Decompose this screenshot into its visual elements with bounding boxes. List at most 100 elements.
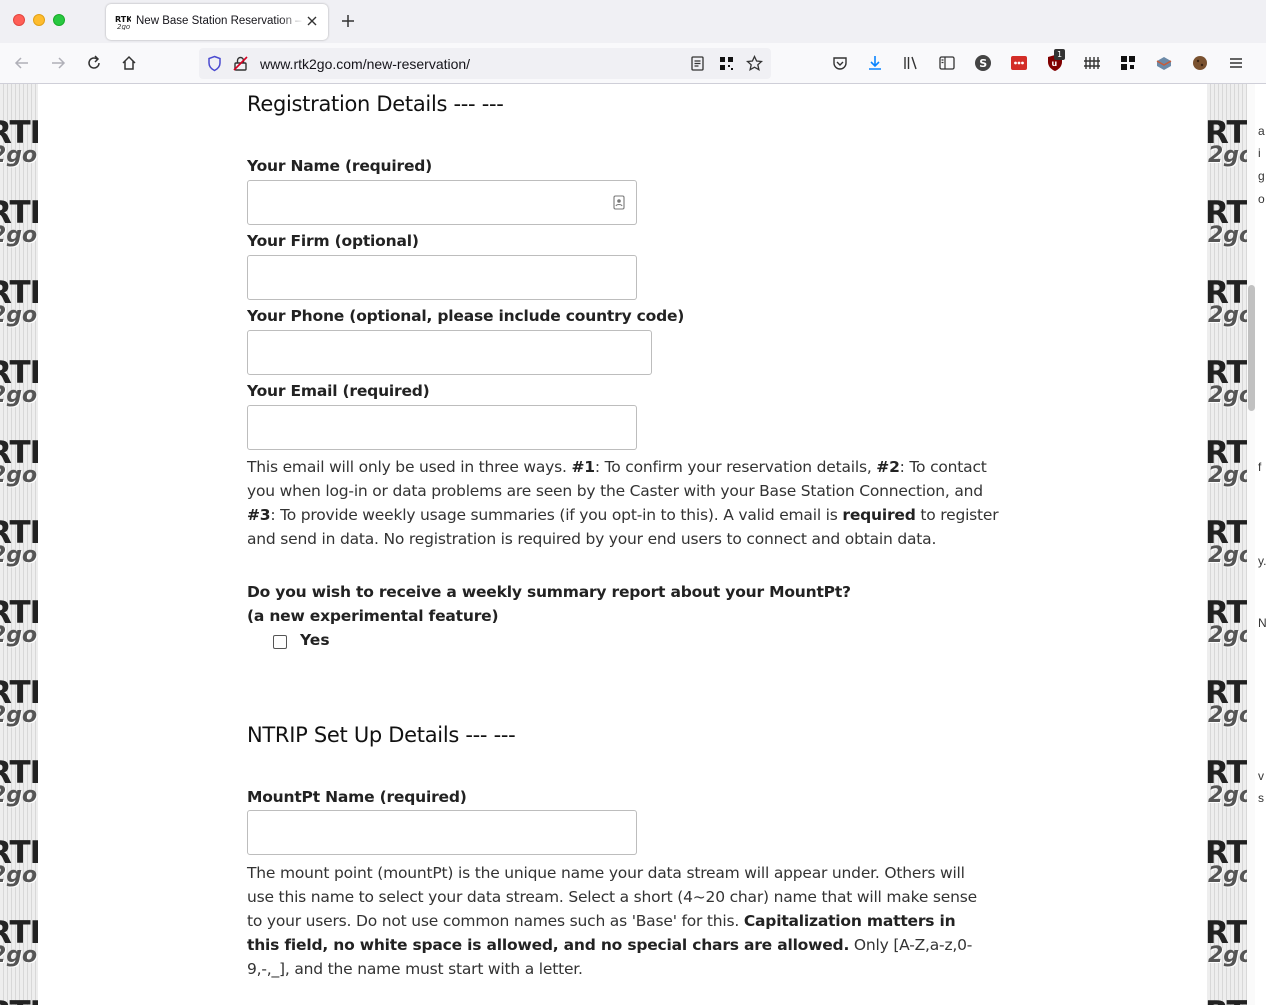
firm-label: Your Firm (optional)	[247, 232, 419, 250]
sidebar-icon[interactable]	[938, 54, 956, 72]
new-tab-plus-icon[interactable]	[340, 13, 356, 29]
watermark-2go-text: 2go	[1208, 623, 1247, 648]
extension-cookie-icon[interactable]	[1191, 54, 1209, 72]
email-note-bold: required	[842, 506, 916, 524]
window-maximize-button[interactable]	[53, 14, 65, 26]
reload-icon[interactable]	[85, 54, 103, 72]
watermark-2go-text: 2go	[1208, 223, 1247, 248]
extension-lastpass-icon[interactable]	[1010, 54, 1028, 72]
watermark-2go-text: 2go	[1208, 783, 1247, 808]
offscreen-text-fragment: g	[1258, 169, 1265, 183]
watermark-2go-text: 2go	[0, 943, 38, 968]
watermark-2go-text: 2go	[1208, 543, 1247, 568]
back-arrow-icon[interactable]	[13, 54, 31, 72]
window-minimize-button[interactable]	[33, 14, 45, 26]
registration-heading: Registration Details --- ---	[247, 92, 504, 116]
watermark-2go-text: 2go	[0, 143, 38, 168]
offscreen-text-fragment: o	[1258, 192, 1265, 206]
mountpt-label: MountPt Name (required)	[247, 788, 467, 806]
browser-tab-active[interactable]: RTK 2go New Base Station Reservation – R…	[106, 4, 328, 40]
pocket-icon[interactable]	[831, 54, 849, 72]
scrollbar-thumb[interactable]	[1248, 285, 1255, 411]
svg-text:2go: 2go	[117, 23, 130, 30]
weekly-report-question: Do you wish to receive a weekly summary …	[247, 583, 851, 601]
reservation-form: Registration Details --- --- Your Name (…	[38, 84, 1207, 1005]
extension-container-icon[interactable]	[1155, 54, 1173, 72]
svg-text:S: S	[979, 57, 987, 70]
insecure-lock-icon[interactable]	[232, 55, 249, 72]
hamburger-menu-icon[interactable]	[1227, 54, 1245, 72]
page-viewport: RTK2goRTK2goRTK2goRTK2goRTK2goRTK2goRTK2…	[0, 84, 1266, 1005]
phone-input[interactable]	[247, 330, 652, 375]
email-usage-note: This email will only be used in three wa…	[247, 455, 1007, 551]
scrollbar-track[interactable]	[1247, 84, 1255, 1005]
watermark-2go-text: 2go	[1208, 463, 1247, 488]
email-input[interactable]	[247, 405, 637, 450]
download-icon[interactable]	[866, 54, 884, 72]
watermark-2go-text: 2go	[1208, 943, 1247, 968]
background-pattern-right: RTK2goRTK2goRTK2goRTK2goRTK2goRTK2goRTK2…	[1207, 84, 1247, 1005]
bookmark-star-icon[interactable]	[746, 55, 763, 72]
tab-strip: RTK 2go New Base Station Reservation – R…	[0, 0, 1266, 43]
offscreen-text-fragment: N	[1258, 616, 1266, 630]
extension-ublock-badged[interactable]: u 1	[1046, 49, 1068, 74]
watermark-2go-text: 2go	[0, 223, 38, 248]
email-note-text: This email will only be used in three wa…	[247, 458, 572, 476]
offscreen-text-fragment: a	[1258, 124, 1265, 138]
firm-input[interactable]	[247, 255, 637, 300]
watermark-rtk-text: RTK	[0, 998, 38, 1005]
email-note-text: : To provide weekly usage summaries (if …	[270, 506, 843, 524]
forward-arrow-icon[interactable]	[49, 54, 67, 72]
window-close-button[interactable]	[13, 14, 25, 26]
address-bar[interactable]: www.rtk2go.com/new-reservation/	[199, 48, 771, 79]
weekly-report-subtitle: (a new experimental feature)	[247, 607, 499, 625]
extension-grid-icon[interactable]	[1119, 54, 1137, 72]
name-input[interactable]	[247, 180, 637, 225]
offscreen-text-fragments: a i g o f y. Nv s	[1255, 84, 1266, 1005]
offscreen-text-fragment: f	[1258, 460, 1262, 474]
phone-label: Your Phone (optional, please include cou…	[247, 307, 685, 325]
weekly-report-checkbox[interactable]	[273, 635, 287, 649]
weekly-report-yes-label[interactable]: Yes	[300, 631, 330, 649]
extension-fence-icon[interactable]	[1083, 54, 1101, 72]
svg-text:u: u	[1052, 59, 1058, 68]
autofill-contact-icon[interactable]	[613, 195, 625, 210]
watermark-2go-text: 2go	[1208, 383, 1247, 408]
tracking-protection-shield-icon[interactable]	[206, 55, 223, 72]
offscreen-text-fragment: y.	[1258, 554, 1266, 568]
offscreen-text-fragment: s	[1258, 791, 1264, 805]
ntrip-heading: NTRIP Set Up Details --- ---	[247, 723, 516, 747]
email-note-bold: #2	[876, 458, 900, 476]
tab-title: New Base Station Reservation – RTK2go	[136, 15, 304, 27]
name-label: Your Name (required)	[247, 157, 433, 175]
email-note-bold: #1	[571, 458, 595, 476]
watermark-2go-text: 2go	[1208, 303, 1247, 328]
qr-code-icon[interactable]	[718, 55, 735, 72]
watermark-2go-text: 2go	[0, 383, 38, 408]
watermark-2go-text: 2go	[0, 863, 38, 888]
url-text[interactable]: www.rtk2go.com/new-reservation/	[260, 56, 470, 72]
watermark-2go-text: 2go	[0, 783, 38, 808]
mountpt-note: The mount point (mountPt) is the unique …	[247, 861, 992, 981]
watermark-2go-text: 2go	[0, 463, 38, 488]
watermark-2go-text: 2go	[1208, 863, 1247, 888]
extension-s-icon[interactable]: S	[974, 54, 992, 72]
watermark-2go-text: 2go	[0, 543, 38, 568]
rtk2go-favicon-icon: RTK 2go	[115, 14, 131, 30]
email-label: Your Email (required)	[247, 382, 430, 400]
watermark-2go-text: 2go	[1208, 143, 1247, 168]
watermark-2go-text: 2go	[0, 703, 38, 728]
navigation-toolbar: www.rtk2go.com/new-reservation/ S u 1	[0, 43, 1266, 84]
offscreen-text-fragment: v	[1258, 769, 1264, 783]
watermark-2go-text: 2go	[0, 303, 38, 328]
reader-view-icon[interactable]	[689, 55, 706, 72]
extension-badge-count: 1	[1054, 49, 1065, 60]
email-note-text: : To confirm your reservation details,	[594, 458, 877, 476]
offscreen-text-fragment: i	[1258, 146, 1261, 160]
close-tab-icon[interactable]	[305, 14, 319, 28]
home-icon[interactable]	[120, 54, 138, 72]
watermark-2go-text: 2go	[1208, 703, 1247, 728]
mountpt-input[interactable]	[247, 810, 637, 855]
library-icon[interactable]	[902, 54, 920, 72]
watermark-2go-text: 2go	[0, 623, 38, 648]
